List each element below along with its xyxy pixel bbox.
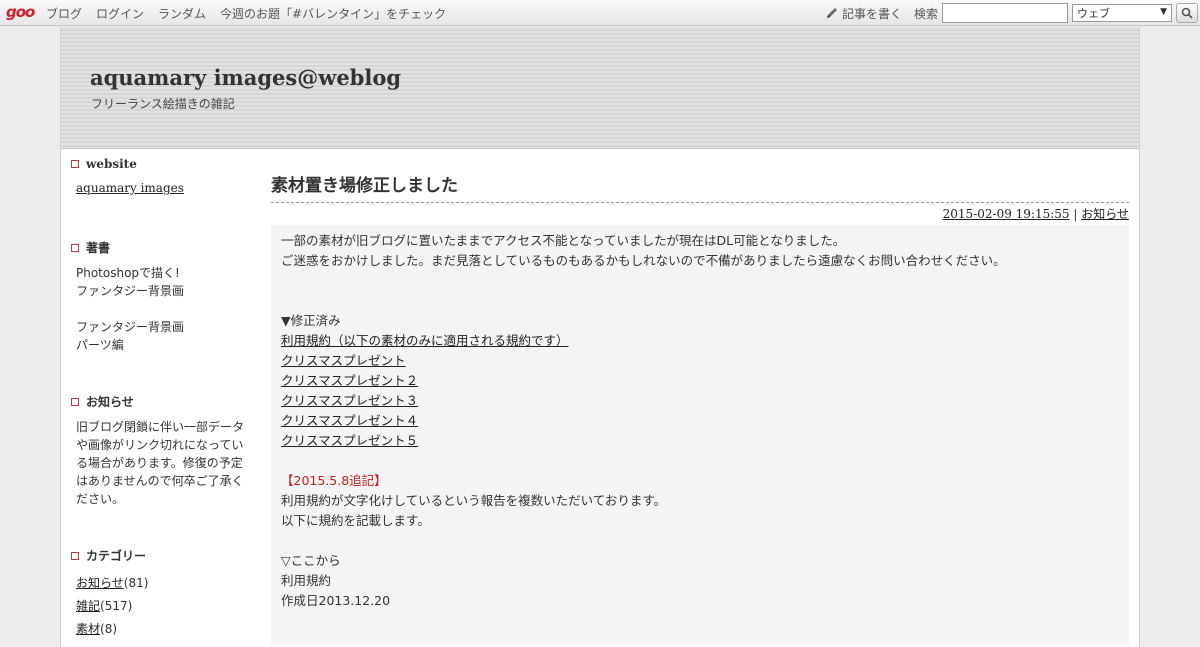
fixed-heading: ▼修正済み bbox=[281, 313, 341, 328]
post-body: 一部の素材が旧ブログに置いたままでアクセス不能となっていましたが現在はDL可能と… bbox=[271, 225, 1129, 645]
material-link[interactable]: クリスマスプレゼント bbox=[281, 351, 406, 371]
square-bullet-icon bbox=[71, 160, 79, 168]
widget-body: aquamary images bbox=[71, 179, 251, 197]
from-here-marker: ▽ここから bbox=[281, 553, 341, 568]
post-paragraph: ご迷惑をおかけしました。まだ見落としているものもあるかもしれないので不備がありま… bbox=[281, 253, 1006, 268]
category-item: お知らせ(81) bbox=[76, 572, 251, 595]
square-bullet-icon bbox=[71, 551, 79, 560]
widget-body: Photoshopで描く! ファンタジー背景画 ファンタジー背景画 パーツ編 bbox=[71, 264, 251, 354]
search-input[interactable] bbox=[942, 3, 1068, 23]
book-line: Photoshopで描く! bbox=[76, 266, 180, 280]
main-content: 素材置き場修正しました 2015-02-09 19:15:55 | お知らせ 一… bbox=[271, 171, 1129, 645]
terms-link[interactable]: 利用規約（以下の素材のみに適用される規約です） bbox=[281, 331, 569, 351]
chevron-down-icon: ▼ bbox=[1160, 7, 1167, 17]
material-link[interactable]: クリスマスプレゼント５ bbox=[281, 431, 418, 451]
blog-frame: aquamary images@weblog フリーランス絵描きの雑記 webs… bbox=[60, 27, 1140, 647]
widget-title: お知らせ bbox=[71, 393, 251, 410]
book-line: パーツ編 bbox=[76, 338, 124, 352]
blog-header: aquamary images@weblog フリーランス絵描きの雑記 bbox=[61, 27, 1139, 149]
category-link-misc[interactable]: 雑記 bbox=[76, 599, 100, 613]
blog-tagline: フリーランス絵描きの雑記 bbox=[91, 97, 235, 111]
addendum-text: 以下に規約を記載します。 bbox=[281, 513, 430, 528]
post-meta: 2015-02-09 19:15:55 | お知らせ bbox=[271, 203, 1129, 225]
goo-logo[interactable]: goo bbox=[6, 3, 38, 21]
search-scope-value: ウェブ bbox=[1077, 7, 1110, 20]
post-category-link[interactable]: お知らせ bbox=[1081, 207, 1129, 221]
search-button[interactable] bbox=[1176, 3, 1198, 23]
terms-title: 利用規約 bbox=[281, 573, 332, 588]
widget-categories: カテゴリー お知らせ(81) 雑記(517) 素材(8) bbox=[71, 547, 251, 641]
widget-books: 著書 Photoshopで描く! ファンタジー背景画 ファンタジー背景画 パーツ… bbox=[71, 239, 251, 354]
material-link[interactable]: クリスマスプレゼント３ bbox=[281, 391, 418, 411]
post-title[interactable]: 素材置き場修正しました bbox=[271, 171, 1129, 203]
category-list: お知らせ(81) 雑記(517) 素材(8) bbox=[71, 572, 251, 641]
widget-website: website aquamary images bbox=[71, 157, 251, 197]
material-link[interactable]: クリスマスプレゼント４ bbox=[281, 411, 418, 431]
toolbar-nav: ブログ ログイン ランダム 今週のお題「#バレンタイン」をチェック bbox=[46, 5, 446, 22]
notice-text: 旧ブログ閉鎖に伴い一部データや画像がリンク切れになっている場合があります。修復の… bbox=[76, 420, 245, 506]
widget-title: website bbox=[71, 157, 251, 171]
addendum-text: 利用規約が文字化けしているという報告を複数いただいております。 bbox=[281, 493, 667, 508]
widget-title-text: 著書 bbox=[86, 241, 111, 255]
widget-title-text: お知らせ bbox=[86, 395, 134, 409]
website-link[interactable]: aquamary images bbox=[76, 181, 184, 195]
top-toolbar: goo ブログ ログイン ランダム 今週のお題「#バレンタイン」をチェック 記事… bbox=[0, 0, 1200, 26]
pencil-icon[interactable] bbox=[825, 6, 839, 20]
category-count: (8) bbox=[100, 622, 118, 636]
square-bullet-icon bbox=[71, 243, 79, 252]
category-link-notice[interactable]: お知らせ bbox=[76, 576, 124, 590]
widget-title-text: カテゴリー bbox=[86, 549, 147, 563]
category-count: (81) bbox=[123, 576, 149, 590]
meta-separator: | bbox=[1069, 207, 1082, 221]
addendum-heading: 【2015.5.8追記】 bbox=[281, 473, 387, 488]
widget-title: カテゴリー bbox=[71, 547, 251, 564]
terms-date: 作成日2013.12.20 bbox=[281, 593, 391, 608]
book-line: ファンタジー背景画 bbox=[76, 320, 185, 334]
nav-weekly-topic[interactable]: 今週のお題「#バレンタイン」をチェック bbox=[220, 5, 446, 22]
nav-random[interactable]: ランダム bbox=[158, 5, 206, 22]
post-datetime-link[interactable]: 2015-02-09 19:15:55 bbox=[943, 207, 1070, 221]
post-paragraph: 一部の素材が旧ブログに置いたままでアクセス不能となっていましたが現在はDL可能と… bbox=[281, 233, 846, 248]
square-bullet-icon bbox=[71, 397, 79, 406]
toolbar-right: 記事を書く 検索 ウェブ ▼ bbox=[825, 2, 1200, 24]
nav-blog[interactable]: ブログ bbox=[46, 5, 82, 22]
nav-login[interactable]: ログイン bbox=[96, 5, 144, 22]
book-spacer bbox=[76, 300, 251, 318]
category-count: (517) bbox=[100, 599, 133, 613]
search-scope-select[interactable]: ウェブ ▼ bbox=[1072, 4, 1172, 22]
widget-title-text: website bbox=[86, 157, 137, 171]
widget-title: 著書 bbox=[71, 239, 251, 256]
book-line: ファンタジー背景画 bbox=[76, 284, 185, 298]
search-label: 検索 bbox=[913, 6, 938, 21]
category-item: 雑記(517) bbox=[76, 595, 251, 618]
category-link-materials[interactable]: 素材 bbox=[76, 622, 100, 636]
material-link[interactable]: クリスマスプレゼント２ bbox=[281, 371, 418, 391]
search-icon bbox=[1181, 7, 1193, 19]
blog-title[interactable]: aquamary images@weblog bbox=[90, 65, 401, 90]
write-post-link[interactable]: 記事を書く bbox=[842, 5, 902, 22]
widget-notice: お知らせ 旧ブログ閉鎖に伴い一部データや画像がリンク切れになっている場合がありま… bbox=[71, 393, 251, 508]
